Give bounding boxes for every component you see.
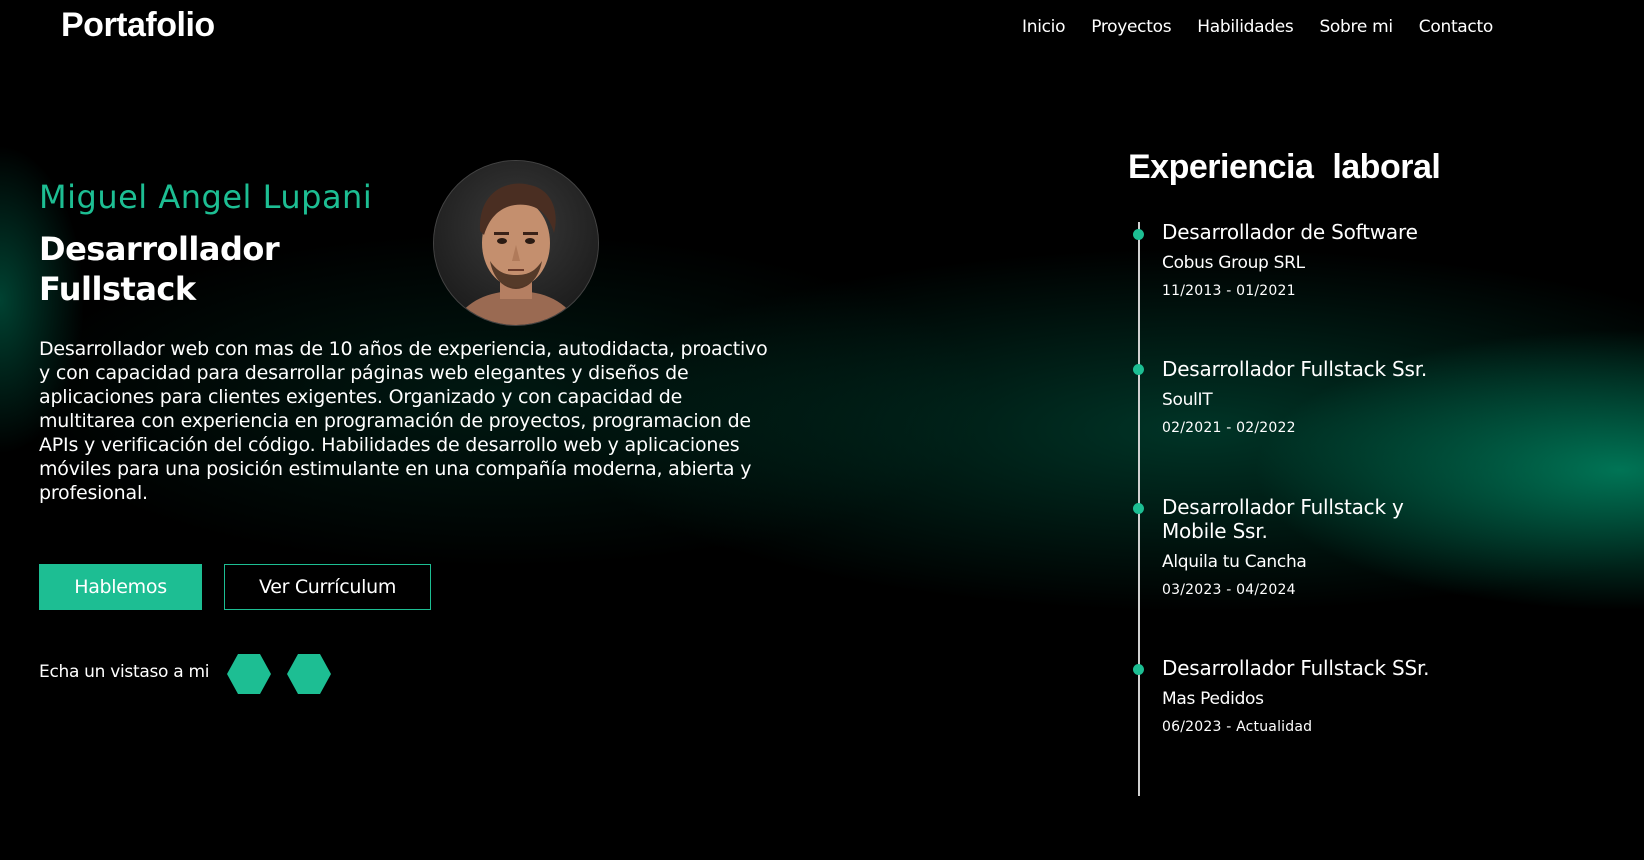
job-dates: 02/2021 - 02/2022 bbox=[1162, 420, 1296, 436]
job-company: Alquila tu Cancha bbox=[1162, 552, 1307, 572]
job-company: Cobus Group SRL bbox=[1162, 253, 1305, 273]
timeline-dot bbox=[1133, 364, 1144, 375]
job-dates: 06/2023 - Actualidad bbox=[1162, 719, 1313, 735]
social-label: Echa un vistaso a mi bbox=[39, 662, 210, 682]
hero-role: Desarrollador Fullstack bbox=[39, 230, 280, 308]
nav-link-sobre-mi[interactable]: Sobre mi bbox=[1319, 17, 1393, 37]
hablemos-button[interactable]: Hablemos bbox=[39, 564, 202, 610]
site-logo[interactable]: Portafolio bbox=[61, 6, 215, 45]
profile-photo bbox=[434, 161, 598, 325]
job-dates: 03/2023 - 04/2024 bbox=[1162, 582, 1296, 598]
social-hexagon-icon-2[interactable] bbox=[287, 654, 331, 694]
nav-link-habilidades[interactable]: Habilidades bbox=[1197, 17, 1293, 37]
job-dates: 11/2013 - 01/2021 bbox=[1162, 283, 1296, 299]
timeline-dot bbox=[1133, 229, 1144, 240]
nav-link-inicio[interactable]: Inicio bbox=[1022, 17, 1065, 37]
hero-description: Desarrollador web con mas de 10 años de … bbox=[39, 338, 768, 504]
job-role: Desarrollador Fullstack SSr. bbox=[1162, 656, 1430, 680]
social-hexagon-icon-1[interactable] bbox=[227, 654, 271, 694]
timeline-item: Desarrollador Fullstack Ssr. SoulIT 02/2… bbox=[1162, 357, 1462, 437]
timeline-item: Desarrollador de Software Cobus Group SR… bbox=[1162, 220, 1462, 300]
timeline-item: Desarrollador Fullstack y Mobile Ssr. Al… bbox=[1162, 495, 1462, 599]
nav-link-contacto[interactable]: Contacto bbox=[1419, 17, 1493, 37]
ver-curriculum-button[interactable]: Ver Currículum bbox=[224, 564, 431, 610]
timeline-dot bbox=[1133, 664, 1144, 675]
main-nav: Inicio Proyectos Habilidades Sobre mi Co… bbox=[1022, 17, 1493, 37]
job-role: Desarrollador Fullstack y Mobile Ssr. bbox=[1162, 495, 1404, 543]
nav-link-proyectos[interactable]: Proyectos bbox=[1091, 17, 1171, 37]
timeline-item: Desarrollador Fullstack SSr. Mas Pedidos… bbox=[1162, 656, 1462, 736]
experience-title: Experiencia laboral bbox=[1128, 148, 1441, 186]
job-role: Desarrollador de Software bbox=[1162, 220, 1418, 244]
avatar bbox=[434, 161, 598, 325]
job-company: Mas Pedidos bbox=[1162, 689, 1264, 709]
job-company: SoulIT bbox=[1162, 390, 1213, 410]
job-role: Desarrollador Fullstack Ssr. bbox=[1162, 357, 1428, 381]
timeline-dot bbox=[1133, 503, 1144, 514]
hero-name: Miguel Angel Lupani bbox=[39, 178, 373, 216]
